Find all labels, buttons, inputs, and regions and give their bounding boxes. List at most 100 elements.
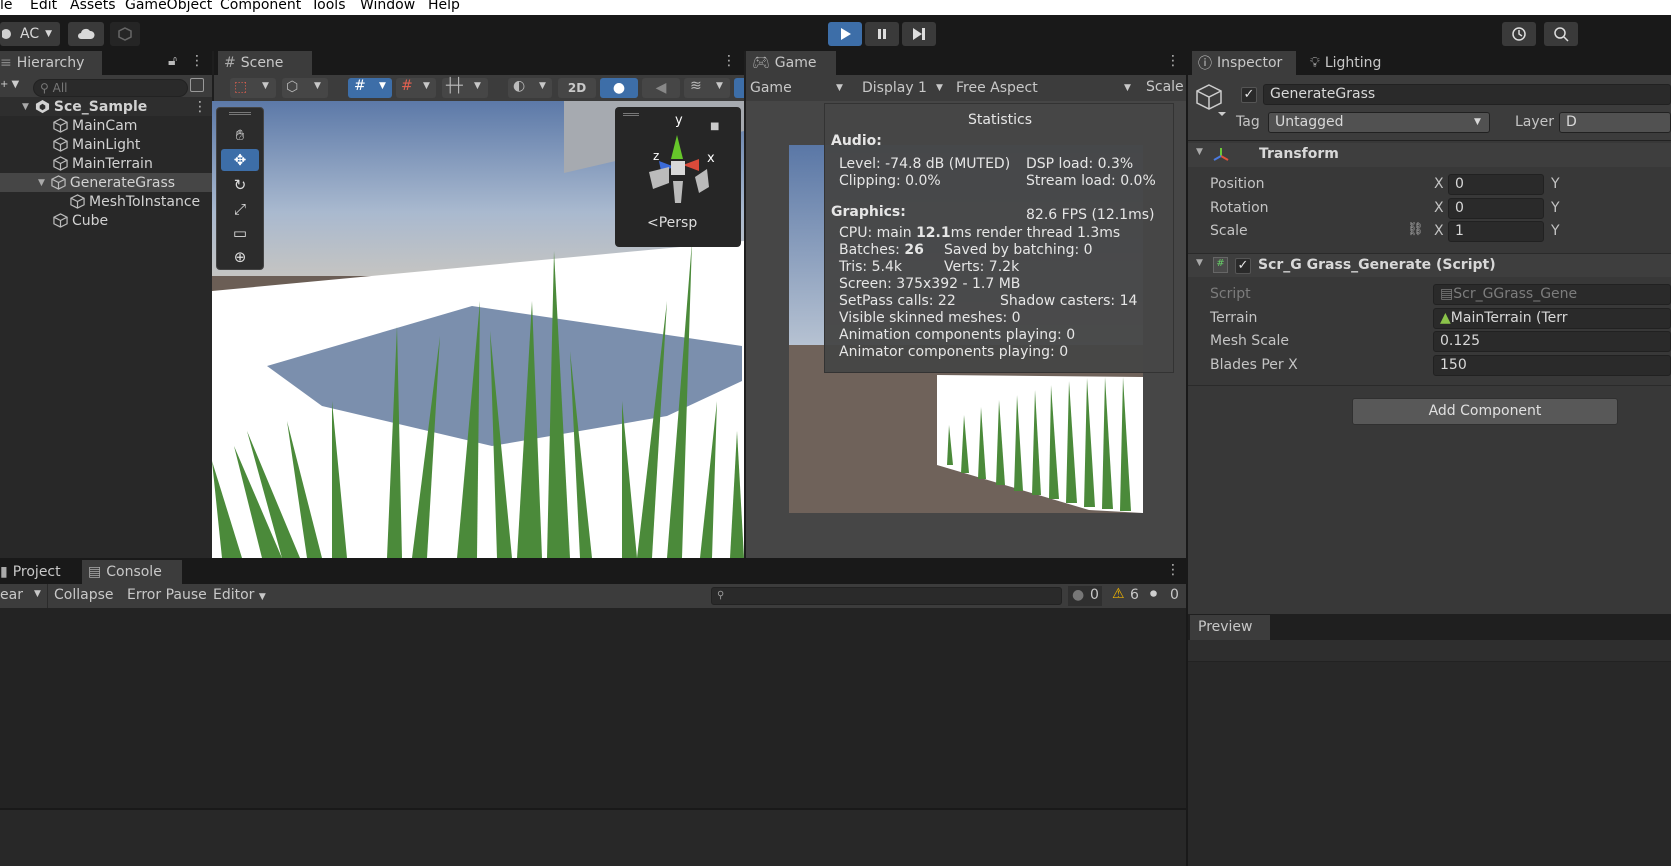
snap-increment-dropdown[interactable]: # ▼: [396, 78, 436, 98]
scale-x-axis-label: X: [1434, 223, 1444, 239]
foldout-icon[interactable]: ▼: [1196, 258, 1203, 268]
rotate-tool-icon[interactable]: ↻: [221, 174, 259, 196]
object-name-input[interactable]: GenerateGrass: [1263, 84, 1671, 105]
mesh-scale-field[interactable]: 0.125: [1433, 331, 1671, 352]
gameobject-cube-icon: [1196, 84, 1226, 116]
list-item[interactable]: MeshToInstance: [0, 192, 212, 211]
error-filter-toggle[interactable]: ⏺ 0: [1148, 586, 1182, 606]
preview-tab[interactable]: Preview: [1190, 615, 1270, 640]
scale-tool-icon[interactable]: ⤢: [221, 198, 259, 220]
scale-slider[interactable]: Scale: [1146, 79, 1184, 95]
move-tool-icon[interactable]: ✥: [221, 149, 259, 171]
effects-dropdown[interactable]: ≋ ▼: [684, 78, 730, 98]
account-dropdown[interactable]: AC ▼: [0, 22, 60, 46]
hierarchy-search-input[interactable]: ⚲ All: [33, 79, 188, 97]
script-component-header[interactable]: ▼ # ✓ Scr_G Grass_Generate (Script): [1188, 253, 1671, 277]
console-search-input[interactable]: ⚲: [711, 587, 1062, 605]
position-x-field[interactable]: 0: [1448, 174, 1544, 195]
collapse-toggle[interactable]: Collapse: [54, 587, 114, 603]
tab-scene[interactable]: # Scene: [218, 51, 312, 75]
scale-x-field[interactable]: 1: [1448, 221, 1544, 242]
kebab-menu-icon[interactable]: ⋮: [190, 53, 204, 71]
aspect-dropdown[interactable]: Free Aspect ▼: [952, 77, 1138, 99]
game-mode-dropdown[interactable]: Game ▼: [746, 77, 848, 99]
tab-inspector[interactable]: ⓘ Inspector: [1192, 51, 1296, 75]
list-item[interactable]: Cube: [0, 211, 212, 230]
menu-help[interactable]: Help: [428, 0, 460, 13]
tab-lighting[interactable]: 💡︎ Lighting: [1304, 51, 1404, 75]
display-dropdown[interactable]: Display 1 ▼: [858, 77, 950, 99]
collab-button[interactable]: [110, 22, 140, 46]
blades-per-x-field[interactable]: 150: [1433, 355, 1671, 376]
aspect-label: Free Aspect: [956, 80, 1038, 96]
menu-edit[interactable]: Edit: [30, 0, 57, 13]
menu-component[interactable]: Component: [220, 0, 301, 13]
component-enabled-checkbox[interactable]: ✓: [1235, 258, 1251, 274]
scene-gizmo[interactable]: ■ y x z <Persp: [615, 107, 741, 247]
shading-dropdown[interactable]: ◐ ▼: [508, 78, 552, 98]
scene-viewport[interactable]: ✋︎ ✥ ↻ ⤢ ▭ ⊕ ■ y x z <Persp: [212, 101, 744, 558]
history-button[interactable]: [1502, 22, 1536, 46]
hidden-toggle[interactable]: [734, 78, 744, 98]
kebab-menu-icon[interactable]: ⋮: [1166, 53, 1180, 71]
clear-button[interactable]: ear: [0, 587, 23, 603]
search-button[interactable]: [1544, 22, 1578, 46]
rotation-x-field[interactable]: 0: [1448, 198, 1544, 219]
lighting-toggle[interactable]: ●: [600, 78, 638, 98]
list-item[interactable]: MainLight: [0, 135, 212, 154]
rect-tool-icon[interactable]: ▭: [221, 222, 259, 244]
list-item-selected[interactable]: ▼ GenerateGrass: [0, 173, 212, 192]
transform-header[interactable]: ▼ Transform: [1188, 143, 1671, 167]
foldout-icon[interactable]: ▼: [1196, 147, 1203, 157]
tab-game[interactable]: 🎮︎ Game: [746, 51, 836, 75]
play-button[interactable]: [828, 22, 862, 46]
cloud-button[interactable]: [68, 22, 104, 46]
ruler-dropdown[interactable]: ┼┼ ▼: [442, 78, 488, 98]
terrain-icon: ▲: [1440, 310, 1451, 326]
kebab-menu-icon[interactable]: ⋮: [722, 53, 736, 71]
warning-filter-toggle[interactable]: ⚠ 6: [1108, 586, 1142, 606]
scene-root-row[interactable]: ▼ Sce_Sample ⋮: [0, 97, 212, 116]
search-options-icon[interactable]: [190, 78, 204, 92]
menu-tools[interactable]: Tools: [311, 0, 346, 13]
console-log-area[interactable]: [0, 608, 1186, 808]
foldout-icon[interactable]: ▼: [38, 178, 45, 188]
list-item[interactable]: MainCam: [0, 116, 212, 135]
grid-snap-toggle[interactable]: # ▼: [348, 78, 392, 98]
toggle-2d-button[interactable]: 2D: [558, 78, 596, 98]
list-item[interactable]: MainTerrain: [0, 154, 212, 173]
tab-hierarchy[interactable]: ≡ Hierarchy: [0, 51, 102, 75]
kebab-menu-icon[interactable]: ⋮: [193, 99, 207, 115]
menu-assets[interactable]: Assets: [70, 0, 116, 13]
error-pause-toggle[interactable]: Error Pause: [127, 587, 207, 603]
add-dropdown[interactable]: + ▼: [0, 79, 19, 90]
editor-dropdown[interactable]: Editor ▼: [213, 587, 266, 603]
tab-project[interactable]: ▮ Project: [0, 560, 80, 584]
hand-tool-icon[interactable]: ✋︎: [221, 124, 259, 146]
tag-dropdown[interactable]: Untagged ▼: [1268, 112, 1490, 133]
active-checkbox[interactable]: ✓: [1241, 87, 1257, 103]
layer-dropdown[interactable]: D: [1559, 112, 1671, 133]
pause-button[interactable]: [865, 22, 899, 46]
terrain-object-field[interactable]: ▲MainTerrain (Terr: [1433, 308, 1671, 329]
drag-handle-icon[interactable]: [623, 113, 639, 116]
gameobject-cube-icon: [53, 213, 68, 228]
foldout-icon[interactable]: ▼: [22, 102, 29, 112]
draw-mode-dropdown[interactable]: ⬚ ▼: [230, 78, 276, 98]
persp-toggle[interactable]: <Persp: [647, 215, 697, 231]
tab-console[interactable]: ▤ Console: [82, 560, 182, 584]
drag-handle-icon[interactable]: [229, 112, 251, 115]
render-mode-dropdown[interactable]: ⬡ ▼: [282, 78, 328, 98]
clear-options-dropdown[interactable]: ▼: [34, 589, 41, 599]
audio-toggle[interactable]: ◀: [642, 78, 680, 98]
lock-icon[interactable]: 🔓︎: [168, 53, 177, 69]
step-button[interactable]: [902, 22, 936, 46]
link-icon[interactable]: ⛓︎: [1407, 222, 1424, 237]
menu-file[interactable]: le: [0, 0, 13, 13]
kebab-menu-icon[interactable]: ⋮: [1166, 562, 1180, 580]
add-component-button[interactable]: Add Component: [1352, 398, 1618, 425]
info-filter-toggle[interactable]: ● 0: [1068, 586, 1102, 606]
menu-gameobject[interactable]: GameObject: [125, 0, 212, 13]
transform-tool-icon[interactable]: ⊕: [221, 246, 259, 268]
menu-window[interactable]: Window: [360, 0, 415, 13]
